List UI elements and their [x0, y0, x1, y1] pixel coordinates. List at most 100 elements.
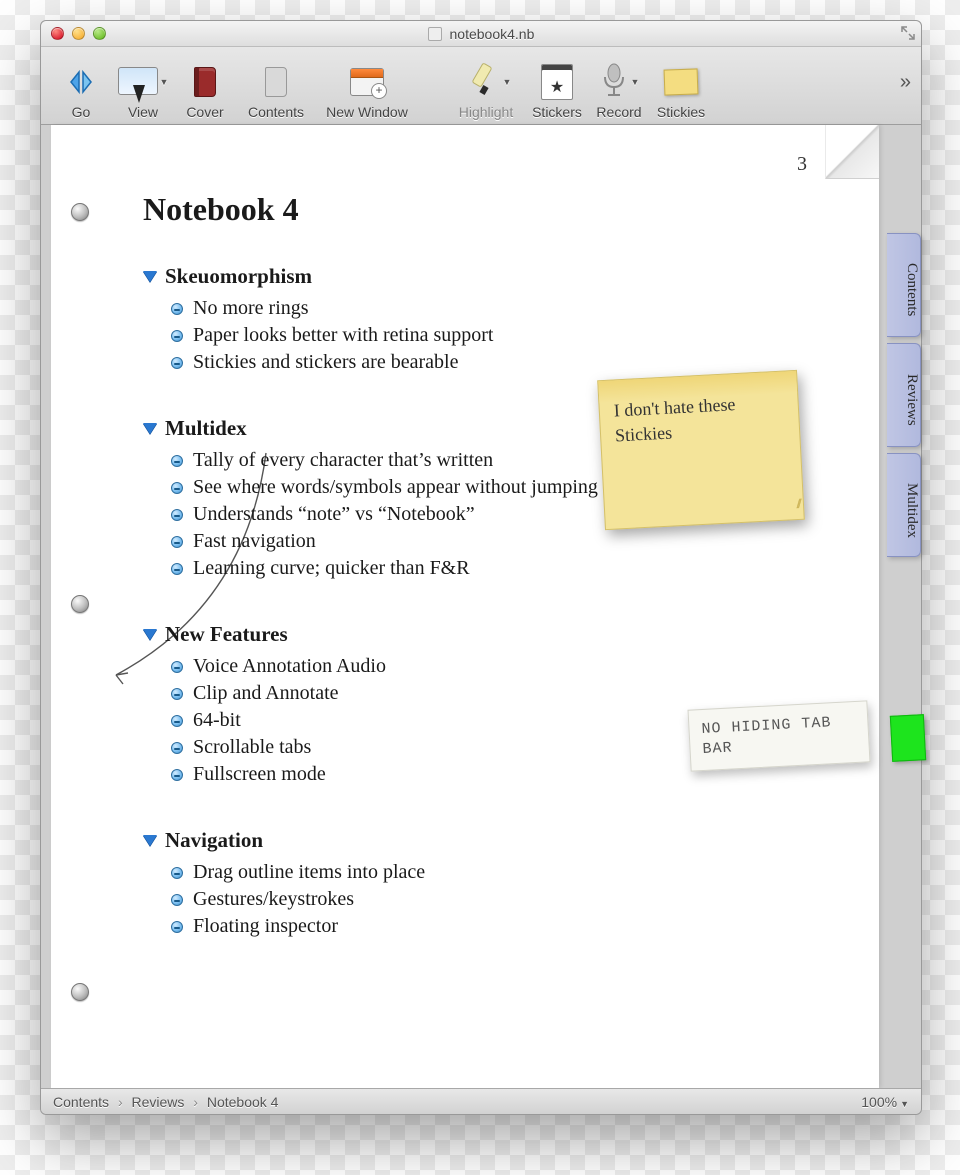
stickies-label: Stickies	[657, 104, 705, 120]
side-tab-multidex[interactable]: Multidex	[887, 453, 921, 557]
contents-label: Contents	[248, 104, 304, 120]
breadcrumb-item[interactable]: Contents	[53, 1094, 109, 1110]
highlighter-icon	[461, 62, 501, 102]
page-title: Notebook 4	[143, 191, 839, 228]
outline-item[interactable]: Gestures/keystrokes	[171, 888, 839, 911]
outline-item[interactable]: Floating inspector	[171, 915, 839, 938]
go-label: Go	[72, 104, 91, 120]
binder-ring	[71, 595, 89, 613]
item-bullet-icon	[171, 921, 183, 933]
close-button[interactable]	[51, 27, 64, 40]
document-icon	[428, 27, 442, 41]
breadcrumb[interactable]: Contents › Reviews › Notebook 4	[53, 1094, 278, 1110]
item-bullet-icon	[171, 715, 183, 727]
section-heading-row[interactable]: Skeuomorphism	[143, 264, 839, 289]
record-label: Record	[596, 104, 641, 120]
page-number: 3	[797, 153, 807, 176]
item-bullet-icon	[171, 303, 183, 315]
chevron-right-icon: ›	[118, 1094, 123, 1110]
zoom-button[interactable]	[93, 27, 106, 40]
section-heading: New Features	[165, 622, 288, 647]
toolbar-overflow[interactable]: »	[900, 71, 911, 94]
stickers-button[interactable]: Stickers	[527, 60, 587, 120]
item-bullet-icon	[171, 688, 183, 700]
page-flag-green[interactable]	[890, 714, 926, 762]
new-window-icon	[350, 68, 384, 96]
section-heading: Navigation	[165, 828, 263, 853]
new-window-button[interactable]: New Window	[317, 60, 417, 120]
highlight-button[interactable]: ▼ Highlight	[447, 60, 525, 120]
window-title: notebook4.nb	[41, 26, 921, 42]
sticky-note-white[interactable]: NO HIDING TAB BAR	[688, 700, 871, 771]
page[interactable]: 3 Notebook 4 Skeuomorphism No more rings…	[51, 125, 879, 1088]
highlight-label: Highlight	[459, 104, 513, 120]
view-button[interactable]: ▼ View	[113, 60, 173, 120]
book-icon	[194, 67, 216, 97]
disclosure-triangle-icon[interactable]	[143, 423, 157, 434]
item-bullet-icon	[171, 769, 183, 781]
microphone-icon	[599, 63, 629, 101]
contents-icon	[265, 67, 287, 97]
side-tab-contents[interactable]: Contents	[887, 233, 921, 337]
outline-item[interactable]: Stickies and stickers are bearable	[171, 351, 839, 374]
outline-item[interactable]: Fast navigation	[171, 530, 839, 553]
section-heading-row[interactable]: Navigation	[143, 828, 839, 853]
go-button[interactable]: Go	[51, 60, 111, 120]
zoom-control[interactable]: 100%▼	[861, 1094, 909, 1110]
resize-grip-icon[interactable]: ///	[796, 495, 800, 515]
outline-item[interactable]: Paper looks better with retina support	[171, 324, 839, 347]
cover-button[interactable]: Cover	[175, 60, 235, 120]
zoom-level: 100%	[861, 1094, 897, 1110]
breadcrumb-item[interactable]: Notebook 4	[207, 1094, 279, 1110]
titlebar: notebook4.nb	[41, 21, 921, 47]
item-bullet-icon	[171, 357, 183, 369]
page-curl[interactable]	[825, 125, 879, 179]
item-bullet-icon	[171, 867, 183, 879]
traffic-lights	[51, 27, 106, 40]
item-bullet-icon	[171, 455, 183, 467]
outline-item[interactable]: Drag outline items into place	[171, 861, 839, 884]
disclosure-triangle-icon[interactable]	[143, 629, 157, 640]
sticky-yellow-text: I don't hate these Stickies	[613, 394, 736, 445]
new-window-label: New Window	[326, 104, 408, 120]
stickers-label: Stickers	[532, 104, 582, 120]
outline-item[interactable]: Learning curve; quicker than F&R	[171, 557, 839, 580]
contents-button[interactable]: Contents	[237, 60, 315, 120]
status-bar: Contents › Reviews › Notebook 4 100%▼	[41, 1088, 921, 1114]
record-button[interactable]: ▼ Record	[589, 60, 649, 120]
stickies-icon	[664, 68, 699, 95]
outline-item[interactable]: No more rings	[171, 297, 839, 320]
outline-content: Notebook 4 Skeuomorphism No more rings P…	[143, 191, 839, 980]
chevron-down-icon: ▼	[900, 1099, 909, 1109]
disclosure-triangle-icon[interactable]	[143, 271, 157, 282]
item-bullet-icon	[171, 536, 183, 548]
section-heading: Multidex	[165, 416, 247, 441]
sticky-note-yellow[interactable]: I don't hate these Stickies ///	[597, 370, 805, 530]
section-heading: Skeuomorphism	[165, 264, 312, 289]
outline-section: Navigation Drag outline items into place…	[143, 828, 839, 938]
fullscreen-button[interactable]	[901, 26, 915, 43]
sticky-white-text: NO HIDING TAB BAR	[701, 714, 832, 757]
stickies-button[interactable]: Stickies	[651, 60, 711, 120]
chevron-right-icon: ›	[193, 1094, 198, 1110]
outline-section: Skeuomorphism No more rings Paper looks …	[143, 264, 839, 374]
cover-label: Cover	[186, 104, 223, 120]
binder-ring	[71, 983, 89, 1001]
sticker-icon	[541, 64, 573, 100]
section-heading-row[interactable]: New Features	[143, 622, 839, 647]
outline-item[interactable]: Voice Annotation Audio	[171, 655, 839, 678]
page-area: 3 Notebook 4 Skeuomorphism No more rings…	[41, 125, 921, 1088]
item-bullet-icon	[171, 563, 183, 575]
side-tabs: Contents Reviews Multidex	[887, 233, 921, 563]
item-bullet-icon	[171, 330, 183, 342]
binder-ring	[71, 203, 89, 221]
item-bullet-icon	[171, 509, 183, 521]
item-bullet-icon	[171, 742, 183, 754]
item-bullet-icon	[171, 482, 183, 494]
outline-item[interactable]: Clip and Annotate	[171, 682, 839, 705]
breadcrumb-item[interactable]: Reviews	[132, 1094, 185, 1110]
side-tab-reviews[interactable]: Reviews	[887, 343, 921, 447]
disclosure-triangle-icon[interactable]	[143, 835, 157, 846]
item-bullet-icon	[171, 661, 183, 673]
minimize-button[interactable]	[72, 27, 85, 40]
